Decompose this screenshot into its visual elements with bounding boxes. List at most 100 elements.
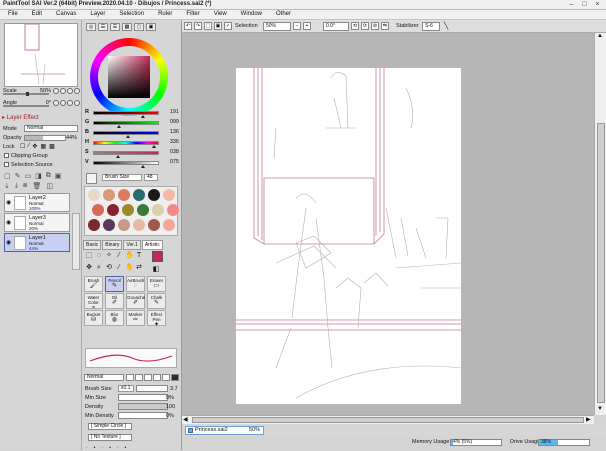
color-swatch[interactable] [88,219,100,231]
brush-tool-water-color[interactable]: Water Color ≈ [84,293,103,311]
scale-handle[interactable] [26,92,29,96]
zoom-out-button[interactable] [53,88,59,94]
zoom-icon[interactable]: ⌕ [95,264,103,272]
layer-effect-header[interactable]: ▸ Layer Effect [2,114,39,121]
rgb-slider-mode-icon[interactable]: ☰ [98,23,108,31]
rotate-reset-button[interactable] [67,100,73,106]
brush-blend-mode-select[interactable]: Normal [84,374,124,381]
minimize-button[interactable]: – [565,0,578,9]
brush-tool-bucket[interactable]: Bucket ⛁ [84,310,103,326]
clear-layer-icon[interactable]: ▣ [55,172,62,180]
shape-preset-5-icon[interactable] [171,374,179,381]
blend-mode-select[interactable]: Normal [24,125,78,132]
channel-pointer-icon[interactable] [152,145,157,148]
color-wheel-mode-icon[interactable]: ◎ [86,23,96,31]
color-swatch[interactable] [133,189,145,201]
scale-slider[interactable]: Scale 50% [3,88,81,96]
undo-icon[interactable]: ↶ [184,22,192,30]
delete-layer-icon[interactable]: 🗑 [32,182,41,190]
document-tab-princess[interactable]: Princess.sai2 50% [185,426,264,435]
channel-pointer-icon[interactable] [125,135,130,138]
new-folder-icon[interactable]: ▭ [25,172,32,180]
brush-tool-blur[interactable]: Blur ◍ [105,310,124,326]
min-size-slider[interactable] [118,394,168,401]
visibility-eye-icon[interactable]: ◉ [6,199,11,206]
lock-square-icon[interactable]: ☐ [20,143,25,150]
channel-pointer-icon[interactable] [116,125,121,128]
clipping-group-checkbox[interactable]: Clipping Group [4,153,48,159]
shape-preset-2-icon[interactable] [144,374,152,381]
zoom-select[interactable]: 50% [263,22,291,31]
color-slider-b[interactable]: B 136 [85,129,181,138]
vertical-scrollbar[interactable]: ▲ ▼ [594,33,606,415]
menu-canvas[interactable]: Canvas [48,10,82,19]
color-swatch[interactable] [152,204,164,216]
color-swatch[interactable] [103,219,115,231]
color-swatch[interactable] [122,204,134,216]
brush-tool-brush[interactable]: Brush 🖌 [84,276,103,292]
transparent-color-icon[interactable]: ◧ [152,266,160,274]
deselect-icon[interactable]: ⬚ [204,22,212,30]
brush-texture-select[interactable]: [ No Texture ] [88,434,132,441]
magic-wand-icon[interactable]: ✧ [105,252,113,260]
horizontal-scrollbar[interactable]: ◀ ▶ [182,415,594,424]
layer-item-layer2[interactable]: ◉ Layer2 Normal 100% [4,193,70,212]
zoom-in-button[interactable] [60,88,66,94]
menu-layer[interactable]: Layer [82,10,111,19]
color-swatch[interactable] [148,219,160,231]
new-layer-icon[interactable]: ▢ [4,172,11,180]
angle-slider[interactable]: Angle 0° [3,100,81,108]
hsv-slider-mode-icon[interactable]: ☰ [110,23,120,31]
rotate-cw-icon[interactable]: ⟳ [361,22,369,30]
shape-preset-0-icon[interactable] [126,374,134,381]
brush-size-multiplier[interactable]: x0.1 [118,385,134,392]
flip-button[interactable] [74,100,80,106]
mixer-mode-icon[interactable]: ▣ [146,23,156,31]
shape-preset-1-icon[interactable] [135,374,143,381]
brush-size-quick[interactable]: Brush Size [102,174,142,181]
canvas-paper[interactable] [236,68,462,404]
density-slider[interactable] [118,403,168,410]
color-slider-g[interactable]: G 099 [85,119,181,128]
flip-horizontal-icon[interactable]: ⇋ [381,22,389,30]
color-swatch[interactable] [107,204,119,216]
color-swatch[interactable] [167,204,179,216]
scratchpad-mode-icon[interactable]: ▢ [134,23,144,31]
opacity-slider[interactable] [24,135,66,141]
selection-source-checkbox[interactable]: Selection Source [4,162,53,168]
merge-down-icon[interactable]: ⤓ [15,182,18,190]
rotation-select[interactable]: 0.0° [323,22,349,31]
stabilizer-select[interactable]: S-6 [422,22,440,31]
select-rect-icon[interactable]: ⬚ [85,252,93,260]
layer-mask-icon[interactable]: ◫ [46,182,53,190]
menu-ruler[interactable]: Ruler [150,10,178,19]
color-swatch[interactable] [88,189,100,201]
layer-item-layer3[interactable]: ◉ Layer3 Normal 20% [4,213,70,232]
eyedropper-icon[interactable]: ⁄ [115,252,123,260]
maximize-button[interactable]: □ [578,0,591,9]
visibility-eye-icon[interactable]: ◉ [6,239,11,246]
layer-list-scrollbar[interactable] [72,213,80,270]
scroll-right-icon[interactable]: ▶ [586,416,591,423]
scroll-down-icon[interactable]: ▼ [597,406,603,412]
color-swatch[interactable] [148,189,160,201]
visibility-eye-icon[interactable]: ◉ [6,219,11,226]
swap-colors-icon[interactable]: ⇄ [135,264,143,272]
brush-tool-pencil[interactable]: Pencil ✎ [105,276,124,292]
lasso-icon[interactable]: ◌ [95,252,103,260]
canvas-viewport[interactable] [182,33,594,415]
menu-window[interactable]: Window [233,10,268,19]
new-mask-icon[interactable]: ◨ [35,172,42,180]
color-swatch[interactable] [163,219,175,231]
color-swatch[interactable] [118,219,130,231]
color-slider-v[interactable]: V 075 [85,159,181,168]
zoom-fit-button[interactable] [67,88,73,94]
color-slider-h[interactable]: H 336 [85,139,181,148]
flatten-icon[interactable]: ⧈ [23,182,27,190]
tab-binary[interactable]: Binary [102,240,123,250]
tab-artistic[interactable]: Artistic [141,240,163,250]
shape-preset-4-icon[interactable] [162,374,170,381]
brush-tool-airbrush[interactable]: AirBrush ◌ [126,276,145,292]
channel-pointer-icon[interactable] [140,115,145,118]
color-swatch[interactable] [133,219,145,231]
